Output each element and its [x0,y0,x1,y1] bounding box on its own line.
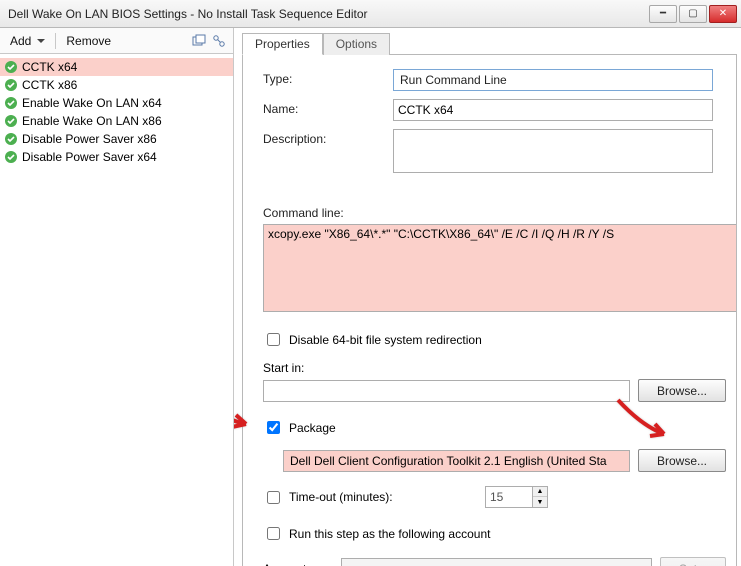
new-group-icon[interactable] [189,31,209,51]
startin-browse-button[interactable]: Browse... [638,379,726,402]
package-value: Dell Dell Client Configuration Toolkit 2… [283,450,630,472]
timeout-label: Time-out (minutes): [289,490,479,504]
account-value [341,558,652,566]
timeout-spinner[interactable]: ▲ ▼ [485,486,548,508]
right-panel: Properties Options Type: Run Command Lin… [234,28,741,566]
remove-button[interactable]: Remove [60,32,117,50]
tabstrip: Properties Options [242,32,741,54]
close-button[interactable]: ✕ [709,5,737,23]
package-checkbox[interactable] [267,421,280,434]
maximize-button[interactable]: ▢ [679,5,707,23]
window-title: Dell Wake On LAN BIOS Settings - No Inst… [8,7,649,21]
runas-label: Run this step as the following account [289,527,490,541]
type-value: Run Command Line [393,69,713,91]
tree-label: CCTK x86 [22,78,77,92]
success-icon [4,132,18,146]
tree-item-enable-wol-x64[interactable]: Enable Wake On LAN x64 [0,94,233,112]
success-icon [4,96,18,110]
tab-options[interactable]: Options [323,33,390,55]
spinner-arrows[interactable]: ▲ ▼ [533,486,548,508]
package-label: Package [289,421,336,435]
window-buttons: ━ ▢ ✕ [649,5,737,23]
spinner-down-icon[interactable]: ▼ [533,497,547,507]
tree-item-enable-wol-x86[interactable]: Enable Wake On LAN x86 [0,112,233,130]
tree-label: Enable Wake On LAN x86 [22,114,162,128]
type-label: Type: [263,69,393,86]
tree-item-disable-ps-x64[interactable]: Disable Power Saver x64 [0,148,233,166]
dependencies-icon[interactable] [209,31,229,51]
minimize-button[interactable]: ━ [649,5,677,23]
separator [55,33,56,49]
description-label: Description: [263,129,393,146]
tree-label: CCTK x64 [22,60,77,74]
name-label: Name: [263,99,393,116]
commandline-input[interactable] [263,224,737,312]
description-input[interactable] [393,129,713,173]
tree-label: Enable Wake On LAN x64 [22,96,162,110]
spinner-up-icon[interactable]: ▲ [533,487,547,497]
add-button[interactable]: Add [4,32,51,50]
disable64-checkbox[interactable] [267,333,280,346]
timeout-input[interactable] [485,486,533,508]
properties-pane: Type: Run Command Line Name: Description… [242,54,737,566]
package-browse-button[interactable]: Browse... [638,449,726,472]
startin-label: Start in: [263,361,726,375]
task-tree: CCTK x64 CCTK x86 Enable Wake On LAN x64… [0,54,233,566]
left-toolbar: Add Remove [0,28,233,54]
account-label: Account: [263,562,333,566]
runas-checkbox[interactable] [267,527,280,540]
window-titlebar: Dell Wake On LAN BIOS Settings - No Inst… [0,0,741,28]
success-icon [4,60,18,74]
left-panel: Add Remove CCTK x64 CCTK x86 Enable Wa [0,28,234,566]
commandline-label: Command line: [263,206,726,220]
tree-label: Disable Power Saver x86 [22,132,157,146]
success-icon [4,114,18,128]
startin-input[interactable] [263,380,630,402]
timeout-checkbox[interactable] [267,491,280,504]
set-account-button[interactable]: Set... [660,557,726,566]
success-icon [4,150,18,164]
tab-properties[interactable]: Properties [242,33,323,55]
tree-label: Disable Power Saver x64 [22,150,157,164]
tree-item-disable-ps-x86[interactable]: Disable Power Saver x86 [0,130,233,148]
tree-item-cctk-x86[interactable]: CCTK x86 [0,76,233,94]
name-input[interactable] [393,99,713,121]
tree-item-cctk-x64[interactable]: CCTK x64 [0,58,233,76]
disable64-label: Disable 64-bit file system redirection [289,333,482,347]
success-icon [4,78,18,92]
